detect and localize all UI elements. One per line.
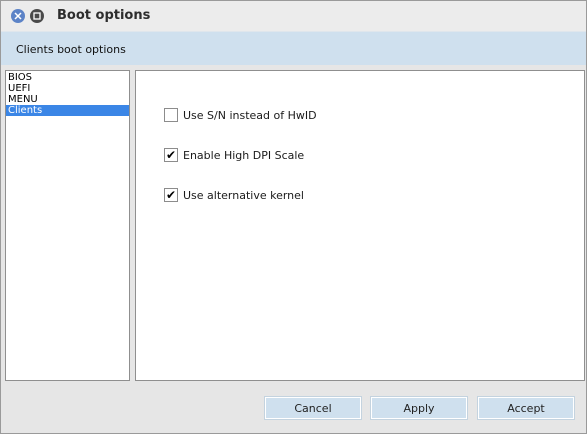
checkmark-icon: ✔ — [165, 188, 177, 202]
boot-options-window: Boot options Clients boot options BIOS U… — [0, 0, 587, 434]
category-item-uefi[interactable]: UEFI — [6, 83, 129, 94]
option-alt-kernel[interactable]: ✔ Use alternative kernel — [164, 188, 304, 202]
maximize-icon — [33, 12, 41, 20]
use-sn-checkbox[interactable] — [164, 108, 178, 122]
category-item-bios[interactable]: BIOS — [6, 72, 129, 83]
category-list[interactable]: BIOS UEFI MENU Clients — [5, 70, 130, 381]
high-dpi-checkbox[interactable]: ✔ — [164, 148, 178, 162]
cancel-button[interactable]: Cancel — [264, 396, 362, 420]
use-sn-label: Use S/N instead of HwID — [183, 108, 317, 122]
section-header: Clients boot options — [1, 31, 586, 65]
section-header-label: Clients boot options — [16, 43, 126, 56]
high-dpi-label: Enable High DPI Scale — [183, 148, 305, 162]
category-item-clients[interactable]: Clients — [6, 105, 129, 116]
option-use-sn[interactable]: Use S/N instead of HwID — [164, 108, 317, 122]
maximize-window-button[interactable] — [30, 9, 44, 23]
close-icon — [14, 12, 22, 20]
window-title: Boot options — [57, 8, 151, 23]
apply-button[interactable]: Apply — [370, 396, 468, 420]
title-bar: Boot options — [1, 1, 586, 31]
options-panel: Use S/N instead of HwID ✔ Enable High DP… — [135, 70, 585, 381]
accept-button[interactable]: Accept — [477, 396, 575, 420]
checkmark-icon: ✔ — [165, 148, 177, 162]
category-item-menu[interactable]: MENU — [6, 94, 129, 105]
option-high-dpi[interactable]: ✔ Enable High DPI Scale — [164, 148, 304, 162]
alt-kernel-label: Use alternative kernel — [183, 188, 304, 202]
close-window-button[interactable] — [11, 9, 25, 23]
dialog-footer: Cancel Apply Accept — [1, 386, 586, 433]
alt-kernel-checkbox[interactable]: ✔ — [164, 188, 178, 202]
